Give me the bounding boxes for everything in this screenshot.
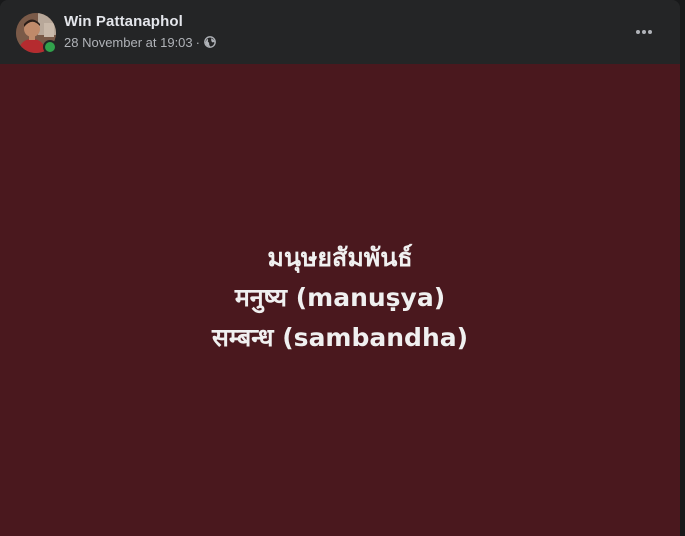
post-timestamp[interactable]: 28 November at 19:03: [64, 35, 193, 50]
globe-icon[interactable]: [204, 36, 216, 48]
post-header: Win Pattanaphol 28 November at 19:03 ·: [0, 0, 680, 64]
post-text-line-sambandha: सम्बन्ध (sambandha): [211, 323, 469, 352]
post-text-background[interactable]: มนุษยสัมพันธ์ मनुष्य (manuṣya) सम्बन्ध (…: [0, 64, 680, 536]
post-text-line-thai: มนุษยสัมพันธ์: [267, 243, 413, 272]
meta-separator: ·: [195, 34, 200, 50]
post-options-button[interactable]: [626, 14, 662, 50]
post-meta: 28 November at 19:03 ·: [64, 34, 216, 50]
author-name[interactable]: Win Pattanaphol: [64, 13, 183, 30]
page-edge: [680, 0, 685, 536]
ellipsis-icon: [636, 30, 652, 34]
online-status-dot: [43, 40, 57, 54]
post-card: Win Pattanaphol 28 November at 19:03 · ม…: [0, 0, 680, 536]
post-text-line-manusya: मनुष्य (manuṣya): [234, 283, 446, 312]
post-text: มนุษยสัมพันธ์ मनुष्य (manuṣya) सम्बन्ध (…: [0, 238, 680, 358]
